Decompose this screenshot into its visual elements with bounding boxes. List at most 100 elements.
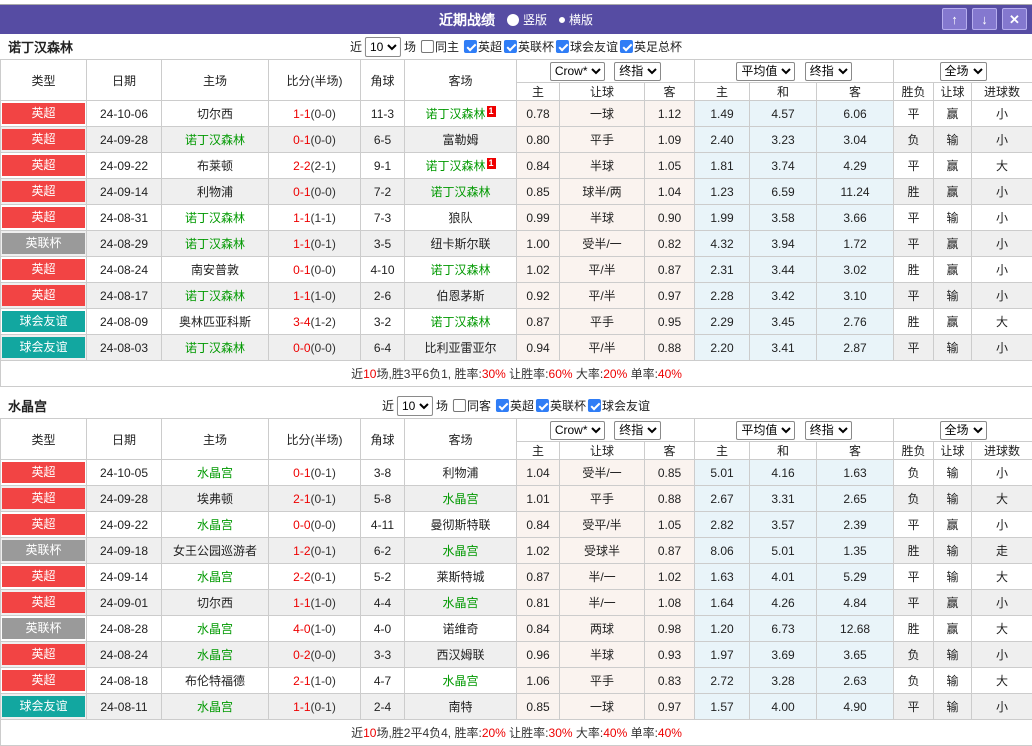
score-cell: 0-1(0-0) [269, 127, 361, 153]
col-avg-home: 主 [695, 83, 750, 101]
league-badge: 英联杯 [2, 618, 85, 639]
league-filter-checkbox[interactable]: 英超 [496, 397, 534, 414]
league-filter-checkbox[interactable]: 球会友谊 [588, 397, 650, 414]
summary-text: 大率: [573, 367, 604, 381]
league-filter-checkbox[interactable]: 英足总杯 [620, 38, 682, 55]
same-venue-label: 同客 [467, 397, 491, 414]
match-count-select[interactable]: 10 [397, 396, 433, 416]
away-team: 莱斯特城 [405, 564, 517, 590]
match-date: 24-08-31 [87, 205, 162, 231]
avg-odds-away: 3.10 [817, 283, 894, 309]
layout-option-vertical[interactable]: 竖版 [507, 11, 547, 28]
corners: 4-7 [361, 668, 405, 694]
summary-text: 让胜率: [506, 367, 549, 381]
result-handicap: 输 [934, 642, 972, 668]
league-cell: 英超 [1, 101, 87, 127]
away-team: 水晶宫 [405, 668, 517, 694]
bookmaker-select[interactable]: Crow* [550, 62, 605, 81]
layout-option-horizontal[interactable]: 横版 [559, 11, 593, 28]
home-team-name: 水晶宫 [197, 622, 233, 636]
match-date: 24-08-28 [87, 616, 162, 642]
result-goals: 小 [972, 642, 1032, 668]
handicap-line: 受平/半 [560, 512, 645, 538]
league-filter-checkbox[interactable]: 英超 [464, 38, 502, 55]
result-goals: 小 [972, 460, 1032, 486]
handicap-line: 一球 [560, 694, 645, 720]
result-wdl: 胜 [894, 616, 934, 642]
avg-odds-draw: 4.16 [750, 460, 817, 486]
full-time-score: 2-2 [293, 570, 310, 584]
close-button[interactable]: ✕ [1002, 8, 1027, 30]
section-header: 诺丁汉森林 近 10 场 同主 英超英联杯球会友谊英足总杯 [0, 34, 1032, 59]
col-odds-handicap: 让球 [560, 83, 645, 101]
league-filter-label: 英足总杯 [634, 38, 682, 55]
league-cell: 球会友谊 [1, 309, 87, 335]
odds-stage-select[interactable]: 终指 [614, 421, 661, 440]
move-up-button[interactable]: ↑ [942, 8, 967, 30]
result-goals: 小 [972, 127, 1032, 153]
league-filters: 英超英联杯球会友谊 [494, 397, 650, 415]
avg-odds-home: 5.01 [695, 460, 750, 486]
half-time-score: (2-1) [311, 159, 336, 173]
match-date: 24-09-22 [87, 153, 162, 179]
table-row: 英联杯24-08-28水晶宫4-0(1-0)4-0诺维奇0.84两球0.981.… [1, 616, 1032, 642]
col-handicap-result: 让球 [934, 442, 972, 460]
same-venue-label: 同主 [435, 38, 459, 55]
league-filter-checkbox[interactable]: 英联杯 [536, 397, 586, 414]
handicap-line: 半/一 [560, 564, 645, 590]
home-team: 诺丁汉森林 [162, 335, 269, 361]
league-filter-checkbox[interactable]: 球会友谊 [556, 38, 618, 55]
same-venue-filter[interactable]: 同主 [421, 38, 459, 55]
match-count-select[interactable]: 10 [365, 37, 401, 57]
result-scope-select[interactable]: 全场 [940, 62, 987, 81]
avg-odds-away: 2.63 [817, 668, 894, 694]
result-scope-select[interactable]: 全场 [940, 421, 987, 440]
result-handicap: 赢 [934, 231, 972, 257]
checkbox-checked-icon [464, 40, 477, 53]
col-corner: 角球 [361, 60, 405, 101]
away-team: 诺丁汉森林 [405, 257, 517, 283]
away-team-name: 水晶宫 [442, 492, 478, 506]
league-filter-label: 球会友谊 [570, 38, 618, 55]
avg-odds-away: 2.39 [817, 512, 894, 538]
match-date: 24-08-24 [87, 642, 162, 668]
league-cell: 英超 [1, 153, 87, 179]
result-goals: 小 [972, 101, 1032, 127]
odds-stage-select[interactable]: 终指 [614, 62, 661, 81]
avg-stage-select[interactable]: 终指 [805, 62, 852, 81]
col-home: 主场 [162, 60, 269, 101]
league-badge: 英超 [2, 566, 85, 587]
avg-odds-away: 3.66 [817, 205, 894, 231]
away-team: 诺丁汉森林 [405, 179, 517, 205]
bookmaker-select[interactable]: Crow* [550, 421, 605, 440]
avg-stage-select[interactable]: 终指 [805, 421, 852, 440]
checkbox-checked-icon [504, 40, 517, 53]
handicap-odds-away: 1.09 [645, 127, 695, 153]
match-date: 24-08-09 [87, 309, 162, 335]
handicap-odds-home: 0.84 [517, 616, 560, 642]
full-time-score: 1-1 [293, 211, 310, 225]
col-avg-home: 主 [695, 442, 750, 460]
full-time-score: 4-0 [293, 622, 310, 636]
league-filter-checkbox[interactable]: 英联杯 [504, 38, 554, 55]
league-cell: 英超 [1, 642, 87, 668]
avg-odds-draw: 3.31 [750, 486, 817, 512]
result-wdl: 平 [894, 231, 934, 257]
result-wdl: 胜 [894, 538, 934, 564]
handicap-odds-away: 1.04 [645, 179, 695, 205]
result-wdl: 平 [894, 590, 934, 616]
away-team-name: 莱斯特城 [436, 570, 484, 584]
avg-odds-away: 1.35 [817, 538, 894, 564]
avg-source-select[interactable]: 平均值 [736, 62, 795, 81]
handicap-line: 平手 [560, 486, 645, 512]
avg-odds-draw: 3.44 [750, 257, 817, 283]
result-wdl: 胜 [894, 257, 934, 283]
checkbox-checked-icon [536, 399, 549, 412]
avg-source-select[interactable]: 平均值 [736, 421, 795, 440]
half-time-score: (0-1) [311, 466, 336, 480]
same-venue-filter[interactable]: 同客 [453, 397, 491, 414]
league-badge: 英超 [2, 514, 85, 535]
move-down-button[interactable]: ↓ [972, 8, 997, 30]
half-time-score: (0-1) [311, 492, 336, 506]
result-wdl: 平 [894, 694, 934, 720]
